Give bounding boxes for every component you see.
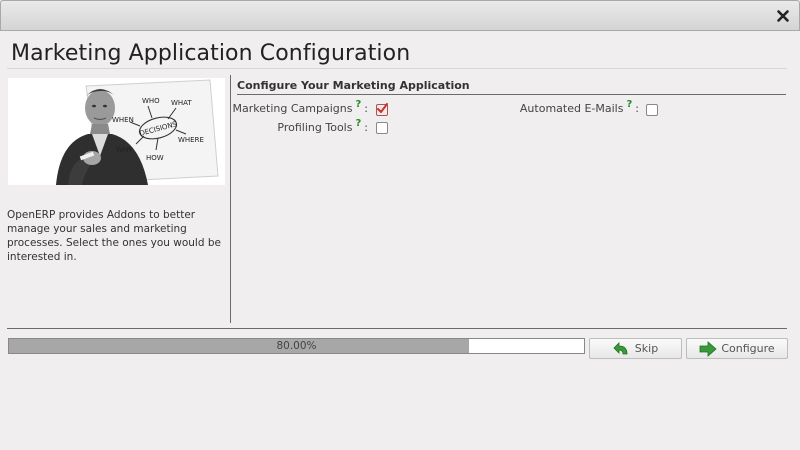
illustration-who-word: WHO [142, 97, 160, 105]
checkmark-icon [377, 103, 388, 113]
marketing-illustration: DECISIONS WHO WHAT WHEN WHERE WHY HOW [8, 78, 225, 185]
field-label-automated-emails: Automated E-Mails?: [519, 99, 639, 115]
configure-button-label: Configure [721, 342, 775, 355]
illustration-why-word: WHY [116, 146, 133, 154]
field-label-marketing-campaigns: Marketing Campaigns?: [232, 99, 368, 115]
help-icon[interactable]: ? [355, 99, 361, 110]
progress-bar: 80.00% [8, 338, 585, 354]
help-icon[interactable]: ? [355, 118, 361, 129]
label-colon: : [364, 121, 368, 134]
illustration-when-word: WHEN [112, 116, 134, 124]
illustration-how-word: HOW [146, 154, 164, 162]
field-label-text: Profiling Tools [277, 121, 353, 134]
left-panel: DECISIONS WHO WHAT WHEN WHERE WHY HOW Op… [7, 75, 231, 323]
help-icon[interactable]: ? [626, 99, 632, 110]
skip-arrow-icon [613, 341, 628, 354]
skip-button-label: Skip [634, 342, 659, 355]
configure-button[interactable]: Configure [686, 338, 788, 359]
bottom-divider [7, 328, 787, 329]
addons-description: OpenERP provides Addons to better manage… [7, 209, 221, 263]
window-titlebar [0, 0, 800, 31]
skip-button[interactable]: Skip [589, 338, 682, 359]
title-divider [7, 68, 787, 69]
page-title: Marketing Application Configuration [11, 41, 411, 66]
illustration-what-word: WHAT [171, 99, 192, 107]
field-label-profiling-tools: Profiling Tools?: [277, 118, 368, 134]
label-colon: : [364, 102, 368, 115]
illustration-where-word: WHERE [178, 136, 204, 144]
section-title: Configure Your Marketing Application [237, 79, 786, 95]
configure-arrow-icon [699, 340, 717, 357]
close-icon[interactable] [776, 9, 790, 23]
progress-label: 80.00% [276, 340, 317, 352]
field-label-text: Marketing Campaigns [232, 102, 353, 115]
automated-emails-checkbox[interactable] [646, 104, 658, 116]
marketing-campaigns-checkbox[interactable] [376, 103, 388, 116]
profiling-tools-checkbox[interactable] [376, 122, 388, 134]
label-colon: : [635, 102, 639, 115]
field-label-text: Automated E-Mails [519, 102, 624, 115]
